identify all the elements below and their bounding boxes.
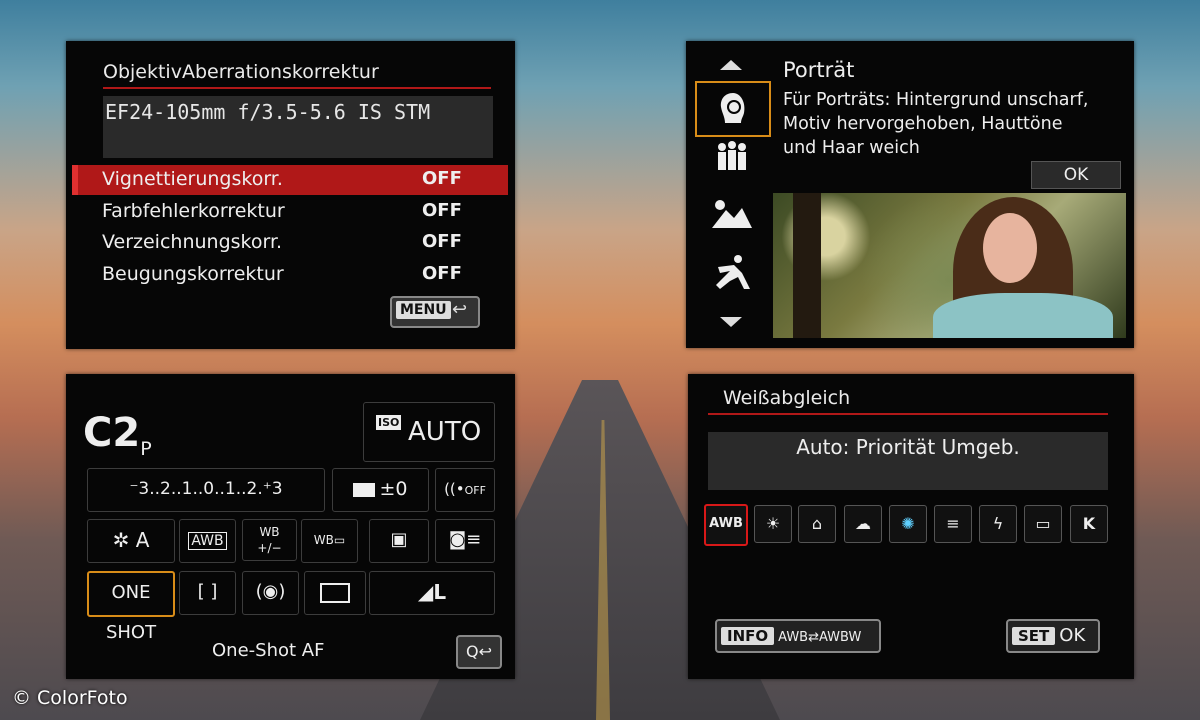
scene-mode-panel: Porträt Für Porträts: Hintergrund unscha… [686,41,1134,348]
row-label: Farbfehlerkorrektur [102,200,285,222]
mode-label: C2 [83,410,141,456]
title-divider [103,87,491,89]
wb-option-flash[interactable]: ϟ [979,505,1017,543]
row-value: OFF [422,168,462,189]
info-button[interactable]: INFO AWB⇄AWBW [715,619,881,653]
q-label: Q [466,642,479,661]
menu-row-chromatic[interactable]: Farbfehlerkorrektur OFF [72,197,508,227]
info-key: INFO [721,627,775,645]
row-value: OFF [422,231,462,252]
wb-label: WB [259,525,280,539]
title-divider [708,413,1108,415]
wb-option-awb[interactable]: AWB [704,504,748,546]
portrait-icon[interactable] [695,81,771,137]
lens-name: EF24-105mm f/3.5-5.6 IS STM [105,100,431,124]
row-label: Beugungskorrektur [102,263,284,285]
flash-comp-value: ±0 [379,478,408,500]
menu-row-diffraction[interactable]: Beugungskorrektur OFF [72,260,508,290]
flash-comp-icon [353,482,376,497]
af-operation[interactable]: ONE SHOT [87,571,175,643]
quality-value: L [433,580,447,604]
wb-shift-value: +/− [257,541,282,555]
drive-mode-icon[interactable] [304,571,366,615]
iso-badge: ISO [376,415,402,430]
lens-name-box: EF24-105mm f/3.5-5.6 IS STM [103,96,493,158]
awb-label: AWB [188,532,227,550]
scene-description: Für Porträts: Hintergrund unscharf, Moti… [783,90,1089,158]
custom-controls-icon[interactable]: ◙≡ [435,519,495,563]
picture-style-value: A [135,528,150,552]
quick-control-panel: C2P ISO AUTO ⁻3..2..1..0..1..2.⁺3 ±0 ((•… [66,374,515,679]
exposure-scale[interactable]: ⁻3..2..1..0..1..2.⁺3 [87,468,325,512]
wb-option-fluorescent[interactable]: ≡ [934,505,972,543]
white-balance-setting[interactable]: AWB [179,519,236,563]
menu-row-vignetting[interactable]: Vignettierungskorr. OFF [72,165,508,195]
wb-option-kelvin[interactable]: K [1070,505,1108,543]
wifi-setting[interactable]: ((•OFF [435,468,495,512]
scene-title: Porträt [783,58,855,82]
picture-style[interactable]: ✲ A [87,519,175,563]
wifi-value: OFF [464,484,486,497]
quality-icon: ◢ [417,580,434,604]
wifi-icon: ((• [444,480,465,498]
ok-button[interactable]: OK [1031,161,1121,189]
shooting-mode: C2P [83,410,152,460]
flash-compensation[interactable]: ±0 [332,468,429,512]
set-key: SET [1012,627,1056,645]
iso-setting[interactable]: ISO AUTO [363,402,495,462]
setting-caption: One-Shot AF [212,640,325,661]
af-area-icon[interactable]: [ ] [179,571,236,615]
scroll-down-arrow-icon[interactable] [720,317,742,327]
copyright-text: © ColorFoto [12,687,128,709]
scroll-up-arrow-icon[interactable] [720,60,742,70]
wb-bracket-icon[interactable]: WB▭ [301,519,358,563]
portrait-sample-image [773,193,1126,338]
iso-value: AUTO [408,417,482,447]
info-text: AWB⇄AWBW [778,630,862,645]
panel-title: ObjektivAberrationskorrektur [103,61,379,83]
return-icon: ↩ [452,299,468,320]
row-label: Verzeichnungskorr. [102,231,283,253]
wb-option-tungsten[interactable]: ✺ [889,505,927,543]
wb-option-shade[interactable]: ⌂ [798,505,836,543]
row-value: OFF [422,200,462,221]
wb-option-daylight[interactable]: ☀ [754,505,792,543]
sports-icon[interactable] [695,253,769,303]
set-ok-button[interactable]: SET OK [1006,619,1100,653]
white-balance-panel: Weißabgleich Auto: Priorität Umgeb. AWB … [688,374,1134,679]
row-value: OFF [422,263,462,284]
landscape-icon[interactable] [695,196,769,246]
quick-back-button[interactable]: Q↩ [456,635,502,669]
mode-sub-label: P [140,438,152,460]
panel-title: Weißabgleich [723,387,851,409]
metering-mode-icon[interactable]: (◉) [242,571,299,615]
wb-option-cloudy[interactable]: ☁ [844,505,882,543]
wb-shift[interactable]: WB +/− [242,519,297,561]
row-label: Vignettierungskorr. [102,168,283,190]
wb-option-custom[interactable]: ▭ [1024,505,1062,543]
ok-label: OK [1059,625,1086,646]
image-quality[interactable]: ◢L [369,571,495,615]
metering-display-icon[interactable]: ▣ [369,519,429,563]
lens-aberration-panel: ObjektivAberrationskorrektur EF24-105mm … [66,41,515,349]
picture-style-icon: ✲ [112,528,130,552]
group-icon[interactable] [695,139,769,189]
wb-current-value: Auto: Priorität Umgeb. [708,432,1108,490]
scene-icon-column [686,41,778,348]
menu-back-button[interactable]: MENU ↩ [390,296,480,328]
menu-key-label: MENU [396,301,451,319]
menu-row-distortion[interactable]: Verzeichnungskorr. OFF [72,228,508,258]
